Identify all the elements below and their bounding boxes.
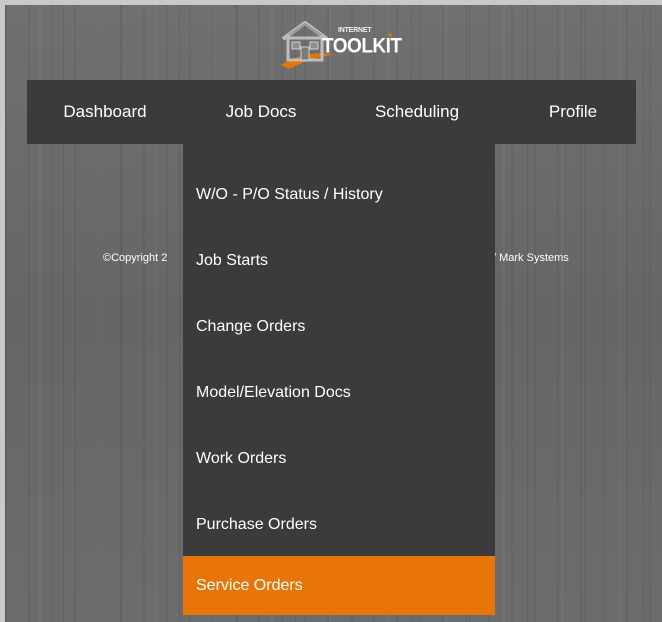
job-docs-dropdown-menu: W/O - P/O Status / History Job Starts Ch… [183,144,495,615]
menu-item-model-elevation-docs[interactable]: Model/Elevation Docs [183,360,495,426]
menu-item-purchase-orders[interactable]: Purchase Orders [183,492,495,558]
menu-item-job-starts[interactable]: Job Starts [183,228,495,294]
nav-dashboard[interactable]: Dashboard [27,80,183,144]
menu-item-wo-po-status-history[interactable]: W/O - P/O Status / History [183,162,495,228]
menu-item-change-orders[interactable]: Change Orders [183,294,495,360]
copyright-text-right: / Mark Systems [493,252,569,264]
copyright-text-left: ©Copyright 2 [103,252,168,264]
nav-profile[interactable]: Profile [495,80,651,144]
logo-wordmark: TOOLKIT [322,34,402,59]
menu-item-service-orders[interactable]: Service Orders [183,556,495,615]
internet-toolkit-logo[interactable]: INTERNET TOOLKIT [277,15,402,71]
main-nav-bar: Dashboard Job Docs Scheduling Profile [27,80,636,144]
nav-scheduling[interactable]: Scheduling [339,80,495,144]
menu-item-work-orders[interactable]: Work Orders [183,426,495,492]
logo-small-text: INTERNET [338,27,372,34]
nav-job-docs[interactable]: Job Docs [183,80,339,144]
page-frame: INTERNET TOOLKIT ©Copyright 2 / Mark Sys… [5,5,662,622]
